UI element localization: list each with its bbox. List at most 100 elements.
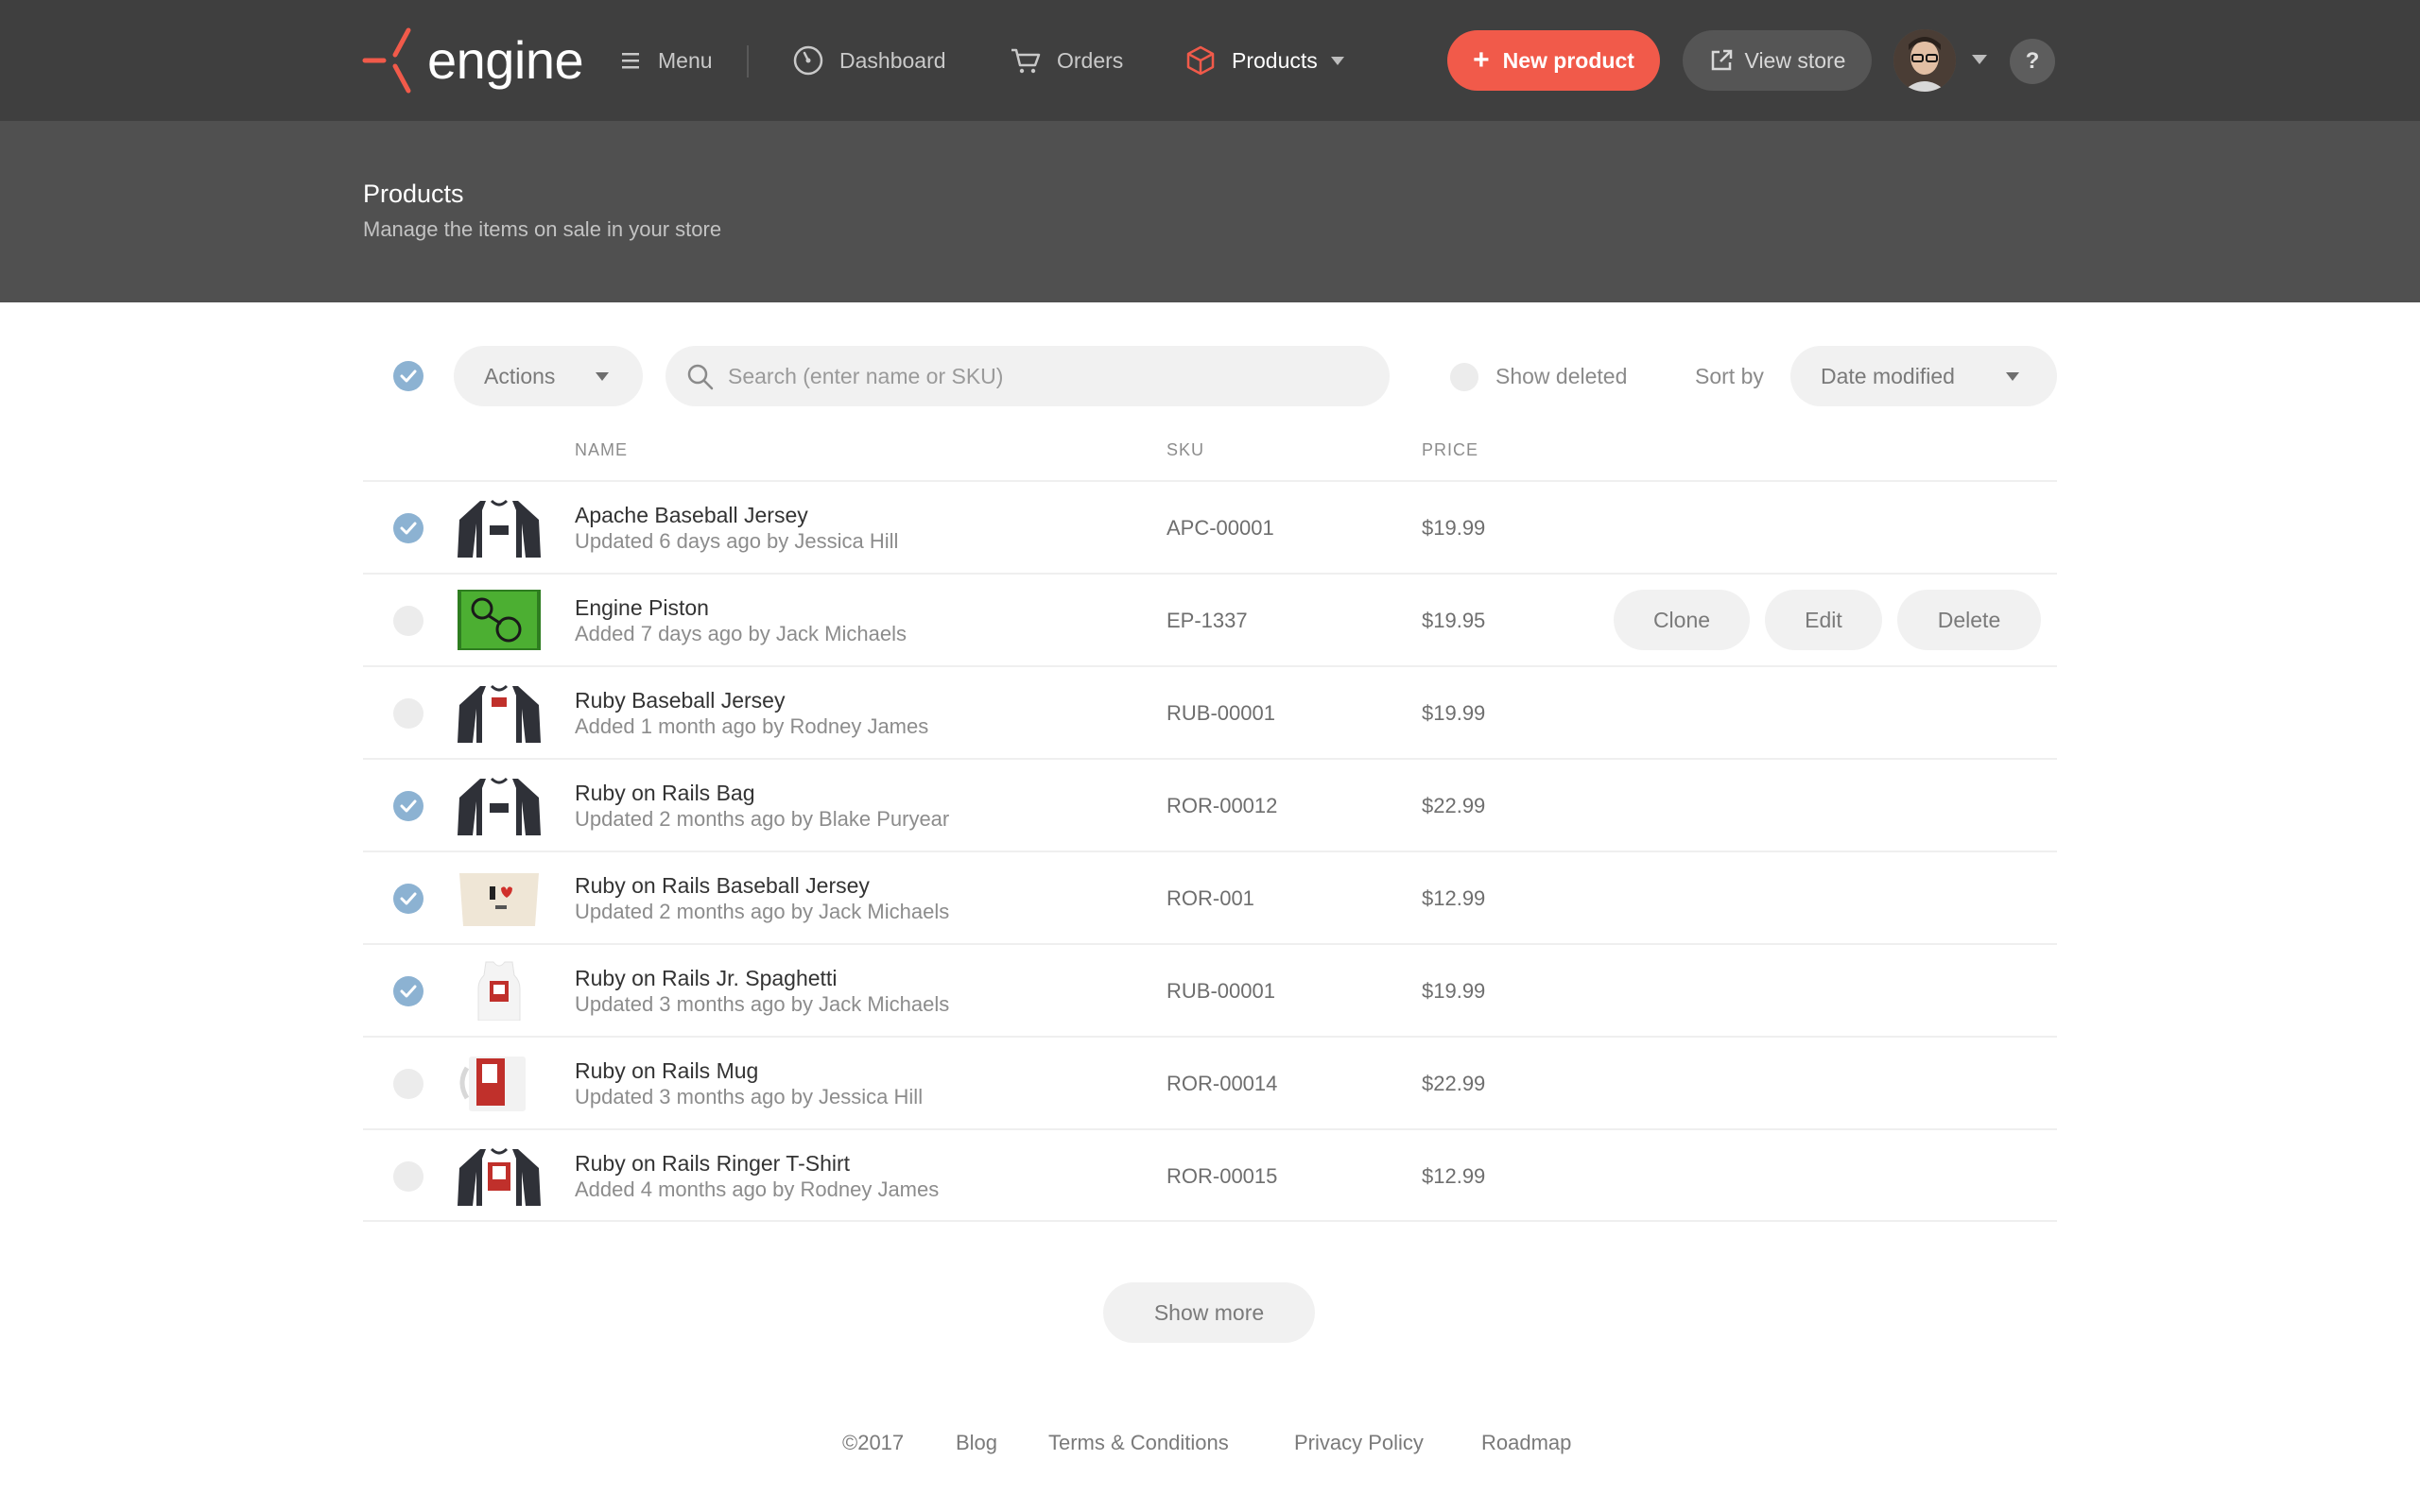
nav-dashboard[interactable]: Dashboard bbox=[792, 42, 946, 79]
product-sku: ROR-001 bbox=[1167, 886, 1254, 910]
chevron-down-icon bbox=[596, 372, 609, 381]
nav-menu[interactable]: Menu bbox=[622, 42, 713, 79]
table-bottom-border bbox=[363, 1220, 2057, 1222]
nav-products[interactable]: Products bbox=[1184, 42, 1344, 79]
table-row[interactable]: Apache Baseball Jersey Updated 6 days ag… bbox=[363, 480, 2057, 573]
product-meta: Added 1 month ago by Rodney James bbox=[575, 714, 929, 738]
row-checkbox[interactable] bbox=[393, 606, 424, 636]
external-link-icon bbox=[1711, 49, 1732, 71]
engine-logo[interactable]: engine bbox=[361, 26, 584, 94]
select-all-checkbox[interactable] bbox=[393, 361, 424, 391]
row-checkbox[interactable] bbox=[393, 698, 424, 729]
product-price: $22.99 bbox=[1422, 1072, 1486, 1095]
brand-name: engine bbox=[427, 30, 584, 90]
product-price: $12.99 bbox=[1422, 886, 1486, 910]
product-price: $19.99 bbox=[1422, 516, 1486, 540]
product-name[interactable]: Ruby on Rails Baseball Jersey bbox=[575, 873, 870, 899]
table-row[interactable]: Ruby on Rails Bag Updated 2 months ago b… bbox=[363, 758, 2057, 850]
tote-bag-icon bbox=[454, 868, 544, 928]
delete-button[interactable]: Delete bbox=[1897, 590, 2041, 650]
product-meta: Updated 6 days ago by Jessica Hill bbox=[575, 529, 899, 553]
product-thumbnail bbox=[454, 590, 544, 650]
row-checkbox[interactable] bbox=[393, 884, 424, 914]
product-name[interactable]: Ruby on Rails Mug bbox=[575, 1058, 758, 1084]
column-header-price[interactable]: PRICE bbox=[1422, 440, 1478, 460]
nav-divider bbox=[747, 45, 749, 77]
product-sku: ROR-00015 bbox=[1167, 1164, 1278, 1188]
raglan-shirt-icon bbox=[454, 1145, 544, 1206]
product-thumbnail bbox=[454, 1053, 544, 1113]
sort-value: Date modified bbox=[1821, 363, 1955, 388]
piston-icon bbox=[454, 590, 544, 650]
show-deleted-toggle[interactable] bbox=[1450, 363, 1478, 391]
row-checkbox[interactable] bbox=[393, 1069, 424, 1099]
product-meta: Added 7 days ago by Jack Michaels bbox=[575, 622, 907, 645]
row-checkbox[interactable] bbox=[393, 976, 424, 1006]
product-sku: RUB-00001 bbox=[1167, 701, 1275, 725]
new-product-button[interactable]: + New product bbox=[1447, 30, 1660, 91]
page-header: Products Manage the items on sale in you… bbox=[0, 121, 2420, 302]
help-button[interactable]: ? bbox=[2010, 39, 2055, 84]
row-checkbox[interactable] bbox=[393, 513, 424, 543]
product-name[interactable]: Engine Piston bbox=[575, 595, 709, 621]
product-sku: ROR-00014 bbox=[1167, 1072, 1278, 1095]
view-store-button[interactable]: View store bbox=[1683, 30, 1872, 91]
row-checkbox[interactable] bbox=[393, 1161, 424, 1192]
product-name[interactable]: Ruby on Rails Ringer T-Shirt bbox=[575, 1151, 850, 1177]
column-header-sku[interactable]: SKU bbox=[1167, 440, 1204, 460]
cart-icon bbox=[1011, 48, 1041, 74]
checkmark-icon bbox=[400, 892, 417, 905]
product-name[interactable]: Apache Baseball Jersey bbox=[575, 503, 808, 528]
table-row[interactable]: Ruby on Rails Ringer T-Shirt Added 4 mon… bbox=[363, 1128, 2057, 1221]
user-avatar[interactable] bbox=[1893, 29, 1956, 92]
view-store-label: View store bbox=[1744, 47, 1846, 73]
product-thumbnail bbox=[454, 960, 544, 1021]
footer-copyright: ©2017 bbox=[842, 1431, 905, 1454]
footer-link-roadmap[interactable]: Roadmap bbox=[1481, 1431, 1571, 1455]
product-price: $19.99 bbox=[1422, 701, 1486, 725]
table-row[interactable]: Ruby on Rails Mug Updated 3 months ago b… bbox=[363, 1036, 2057, 1128]
nav-orders[interactable]: Orders bbox=[1010, 42, 1123, 79]
product-thumbnail bbox=[454, 775, 544, 835]
plus-icon: + bbox=[1473, 44, 1490, 76]
sort-dropdown[interactable]: Date modified bbox=[1790, 346, 2057, 406]
actions-dropdown[interactable]: Actions bbox=[454, 346, 643, 406]
edit-button[interactable]: Edit bbox=[1765, 590, 1882, 650]
nav-dashboard-label: Dashboard bbox=[839, 47, 946, 73]
product-name[interactable]: Ruby on Rails Bag bbox=[575, 781, 755, 806]
product-thumbnail bbox=[454, 497, 544, 558]
product-meta: Added 4 months ago by Rodney James bbox=[575, 1177, 940, 1201]
search-box bbox=[666, 346, 1390, 406]
row-checkbox[interactable] bbox=[393, 791, 424, 821]
checkmark-icon bbox=[400, 522, 417, 535]
table-row[interactable]: Ruby on Rails Jr. Spaghetti Updated 3 mo… bbox=[363, 943, 2057, 1036]
column-header-name[interactable]: NAME bbox=[575, 440, 628, 460]
table-row[interactable]: Ruby on Rails Baseball Jersey Updated 2 … bbox=[363, 850, 2057, 943]
engine-logo-icon bbox=[362, 27, 411, 94]
clone-button[interactable]: Clone bbox=[1614, 590, 1750, 650]
product-price: $19.99 bbox=[1422, 979, 1486, 1003]
table-row[interactable]: Engine Piston Added 7 days ago by Jack M… bbox=[363, 573, 2057, 665]
page-title: Products bbox=[363, 180, 464, 208]
search-icon bbox=[687, 364, 714, 390]
mug-icon bbox=[454, 1053, 544, 1113]
tank-top-icon bbox=[454, 960, 544, 1021]
table-row[interactable]: Ruby Baseball Jersey Added 1 month ago b… bbox=[363, 665, 2057, 758]
product-price: $12.99 bbox=[1422, 1164, 1486, 1188]
product-sku: ROR-00012 bbox=[1167, 794, 1278, 817]
show-more-button[interactable]: Show more bbox=[1103, 1282, 1315, 1343]
chevron-down-icon bbox=[1330, 56, 1344, 65]
product-sku: RUB-00001 bbox=[1167, 979, 1275, 1003]
user-menu-chevron-icon[interactable] bbox=[1972, 55, 1987, 64]
search-input[interactable] bbox=[728, 346, 1371, 406]
footer-link-privacy[interactable]: Privacy Policy bbox=[1294, 1431, 1424, 1455]
raglan-shirt-icon bbox=[454, 497, 544, 558]
product-thumbnail bbox=[454, 1145, 544, 1206]
product-meta: Updated 2 months ago by Blake Puryear bbox=[575, 807, 950, 831]
product-meta: Updated 3 months ago by Jack Michaels bbox=[575, 992, 950, 1016]
footer-link-terms[interactable]: Terms & Conditions bbox=[1048, 1431, 1229, 1455]
footer-link-blog[interactable]: Blog bbox=[956, 1431, 997, 1455]
product-name[interactable]: Ruby on Rails Jr. Spaghetti bbox=[575, 966, 837, 991]
checkmark-icon bbox=[400, 799, 417, 813]
product-name[interactable]: Ruby Baseball Jersey bbox=[575, 688, 785, 713]
